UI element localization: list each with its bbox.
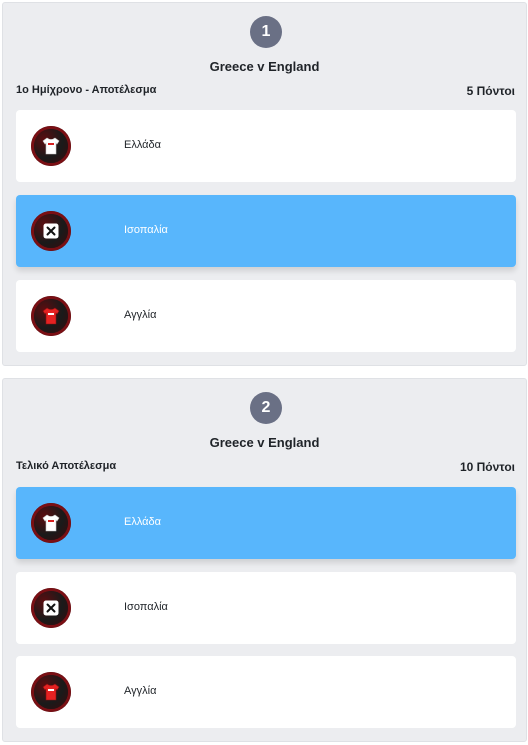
- away-shirt-icon: [31, 672, 71, 712]
- option-label: Αγγλία: [124, 685, 157, 697]
- option-away[interactable]: Αγγλία: [16, 280, 516, 352]
- option-label: Ισοπαλία: [124, 224, 168, 236]
- market-name: Τελικό Αποτέλεσμα: [16, 460, 117, 472]
- draw-x-icon: [31, 211, 71, 251]
- match-title: Greece v England: [209, 59, 320, 74]
- question-number-badge: 2: [250, 392, 282, 424]
- option-draw[interactable]: Ισοπαλία: [16, 195, 516, 267]
- home-shirt-icon: [31, 503, 71, 543]
- draw-x-icon: [31, 588, 71, 628]
- question-card-2: 2 Greece v England Τελικό Αποτέλεσμα 10 …: [2, 378, 527, 742]
- option-label: Αγγλία: [124, 309, 157, 321]
- market-name: 1ο Ημίχρονο - Αποτέλεσμα: [16, 84, 157, 96]
- question-number-badge: 1: [250, 16, 282, 48]
- home-shirt-icon: [31, 126, 71, 166]
- option-label: Ελλάδα: [124, 516, 162, 528]
- away-shirt-icon: [31, 296, 71, 336]
- points-label: 10 Πόντοι: [459, 460, 515, 474]
- match-title: Greece v England: [209, 435, 320, 450]
- option-label: Ελλάδα: [124, 139, 162, 151]
- option-home[interactable]: Ελλάδα: [16, 487, 516, 559]
- option-draw[interactable]: Ισοπαλία: [16, 572, 516, 644]
- points-label: 5 Πόντοι: [466, 84, 515, 98]
- option-away[interactable]: Αγγλία: [16, 656, 516, 728]
- option-home[interactable]: Ελλάδα: [16, 110, 516, 182]
- question-card-1: 1 Greece v England 1ο Ημίχρονο - Αποτέλε…: [2, 2, 527, 366]
- option-label: Ισοπαλία: [124, 601, 168, 613]
